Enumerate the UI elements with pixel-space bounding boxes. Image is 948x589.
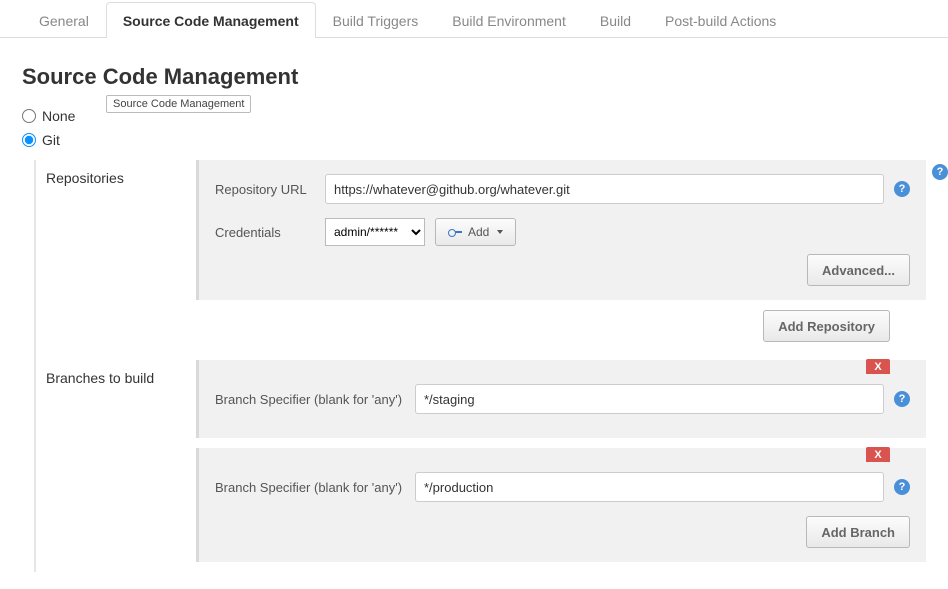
- add-repository-button[interactable]: Add Repository: [763, 310, 890, 342]
- delete-branch-button[interactable]: X: [866, 359, 890, 374]
- advanced-button[interactable]: Advanced...: [807, 254, 910, 286]
- tab-general[interactable]: General: [22, 2, 106, 38]
- key-icon: [448, 228, 462, 236]
- scm-git-radio[interactable]: [22, 133, 36, 147]
- add-cred-label: Add: [468, 225, 489, 239]
- add-credentials-button[interactable]: Add: [435, 218, 516, 246]
- branch-specifier-label: Branch Specifier (blank for 'any'): [215, 392, 415, 407]
- repo-url-input[interactable]: [325, 174, 884, 204]
- branch-card: X Branch Specifier (blank for 'any') ?: [196, 360, 926, 438]
- help-icon[interactable]: ?: [894, 479, 910, 495]
- tab-build-triggers[interactable]: Build Triggers: [316, 2, 436, 38]
- credentials-label: Credentials: [215, 225, 325, 240]
- delete-branch-button[interactable]: X: [866, 447, 890, 462]
- scm-git-label: Git: [42, 132, 60, 148]
- branches-group-label: Branches to build: [36, 360, 196, 572]
- tab-post-build[interactable]: Post-build Actions: [648, 2, 793, 38]
- chevron-down-icon: [497, 230, 503, 234]
- help-icon[interactable]: ?: [894, 391, 910, 407]
- credentials-select[interactable]: admin/******: [325, 218, 425, 246]
- add-branch-button[interactable]: Add Branch: [806, 516, 910, 548]
- branch-specifier-input[interactable]: [415, 384, 884, 414]
- repo-url-label: Repository URL: [215, 182, 325, 197]
- tab-build[interactable]: Build: [583, 2, 648, 38]
- section-title: Source Code Management: [22, 64, 926, 90]
- repository-card: Repository URL ? Credentials admin/*****…: [196, 160, 926, 300]
- branch-specifier-input[interactable]: [415, 472, 884, 502]
- config-tabs: General Source Code Management Build Tri…: [0, 0, 948, 38]
- scm-none-radio[interactable]: [22, 109, 36, 123]
- branch-card: X Branch Specifier (blank for 'any') ? A…: [196, 448, 926, 562]
- tab-scm[interactable]: Source Code Management: [106, 2, 316, 38]
- scm-tooltip: Source Code Management: [106, 95, 251, 113]
- branch-specifier-label: Branch Specifier (blank for 'any'): [215, 480, 415, 495]
- git-config-panel: Repositories ? Repository URL ? Credenti…: [34, 160, 926, 572]
- repositories-group-label: Repositories: [36, 160, 196, 342]
- tab-build-environment[interactable]: Build Environment: [435, 2, 583, 38]
- scm-none-label: None: [42, 108, 75, 124]
- help-icon[interactable]: ?: [932, 164, 948, 180]
- help-icon[interactable]: ?: [894, 181, 910, 197]
